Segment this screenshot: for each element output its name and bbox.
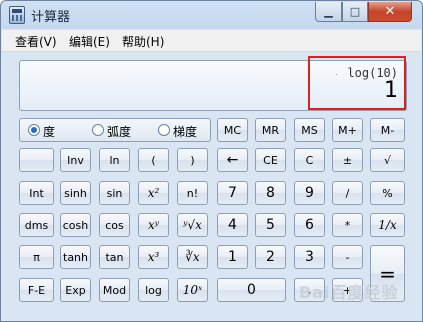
clear-button[interactable]: C xyxy=(294,148,325,172)
calculator-icon xyxy=(9,6,25,24)
ms-button[interactable]: MS xyxy=(294,118,325,142)
digit-4-button[interactable]: 4 xyxy=(217,213,248,237)
radio-radians-label: 弧度 xyxy=(107,125,132,139)
calculator-window: 计算器 ▁ □ ✕ 查看(V) 编辑(E) 帮助(H) log(10) 1 度 … xyxy=(0,0,423,322)
mr-button[interactable]: MR xyxy=(255,118,286,142)
minimize-button[interactable]: ▁ xyxy=(315,2,342,22)
ln-button[interactable]: ln xyxy=(99,148,130,172)
close-icon: ✕ xyxy=(384,4,396,19)
x-power-y-button[interactable]: xʸ xyxy=(138,213,169,237)
pi-button[interactable]: π xyxy=(19,245,54,269)
dms-button[interactable]: dms xyxy=(19,213,54,237)
annotation-highlight-box xyxy=(308,56,406,110)
mc-button[interactable]: MC xyxy=(217,118,248,142)
multiply-button[interactable]: * xyxy=(332,213,363,237)
radio-degrees-label: 度 xyxy=(43,125,56,139)
ce-button[interactable]: CE xyxy=(255,148,286,172)
digit-2-button[interactable]: 2 xyxy=(255,245,286,269)
digit-5-button[interactable]: 5 xyxy=(255,213,286,237)
maximize-button[interactable]: □ xyxy=(342,2,368,22)
subtract-button[interactable]: - xyxy=(332,245,363,269)
int-button[interactable]: Int xyxy=(19,181,54,205)
close-button[interactable]: ✕ xyxy=(368,2,412,22)
percent-button[interactable]: % xyxy=(370,181,405,205)
left-paren-button[interactable]: ( xyxy=(138,148,169,172)
radio-gradians-label: 梯度 xyxy=(173,125,198,139)
divide-button[interactable]: / xyxy=(332,181,363,205)
menu-help[interactable]: 帮助(H) xyxy=(122,33,164,50)
cube-root-button[interactable]: ∛x xyxy=(177,245,208,269)
exp-button[interactable]: Exp xyxy=(60,278,91,302)
mod-button[interactable]: Mod xyxy=(99,278,130,302)
title-bar[interactable]: 计算器 ▁ □ ✕ xyxy=(1,1,422,29)
digit-0-button[interactable]: 0 xyxy=(217,278,286,302)
watermark-text: Bai百度经验 xyxy=(299,283,399,302)
factorial-button[interactable]: n! xyxy=(177,181,208,205)
inv-button[interactable]: Inv xyxy=(60,148,91,172)
radio-gradians[interactable] xyxy=(158,124,170,136)
digit-8-button[interactable]: 8 xyxy=(255,181,286,205)
blank-button xyxy=(19,148,54,172)
digit-9-button[interactable]: 9 xyxy=(294,181,325,205)
digit-6-button[interactable]: 6 xyxy=(294,213,325,237)
cos-button[interactable]: cos xyxy=(99,213,130,237)
m-minus-button[interactable]: M- xyxy=(370,118,405,142)
m-plus-button[interactable]: M+ xyxy=(332,118,363,142)
menu-view[interactable]: 查看(V) xyxy=(15,33,57,50)
cosh-button[interactable]: cosh xyxy=(60,213,91,237)
right-paren-button[interactable]: ) xyxy=(177,148,208,172)
log-button[interactable]: log xyxy=(138,278,169,302)
x-squared-button[interactable]: x² xyxy=(138,181,169,205)
menu-edit[interactable]: 编辑(E) xyxy=(69,33,110,50)
sqrt-button[interactable]: √ xyxy=(370,148,405,172)
plus-minus-button[interactable]: ± xyxy=(332,148,363,172)
radio-radians[interactable] xyxy=(92,124,104,136)
sinh-button[interactable]: sinh xyxy=(60,181,91,205)
reciprocal-button[interactable]: 1/x xyxy=(370,213,405,237)
angle-mode-group: 度 弧度 梯度 xyxy=(19,118,211,142)
x-cubed-button[interactable]: x³ xyxy=(138,245,169,269)
digit-7-button[interactable]: 7 xyxy=(217,181,248,205)
tan-button[interactable]: tan xyxy=(99,245,130,269)
tanh-button[interactable]: tanh xyxy=(60,245,91,269)
y-root-x-button[interactable]: ʸ√x xyxy=(177,213,208,237)
maximize-icon: □ xyxy=(349,5,361,18)
menu-bar: 查看(V) 编辑(E) 帮助(H) xyxy=(2,30,421,52)
digit-3-button[interactable]: 3 xyxy=(294,245,325,269)
backspace-button[interactable]: ← xyxy=(217,148,248,172)
fe-button[interactable]: F-E xyxy=(19,278,54,302)
radio-degrees[interactable] xyxy=(28,124,40,136)
ten-power-x-button[interactable]: 10ˣ xyxy=(177,278,208,302)
minimize-icon: ▁ xyxy=(324,5,333,18)
window-title: 计算器 xyxy=(31,10,71,25)
sin-button[interactable]: sin xyxy=(99,181,130,205)
digit-1-button[interactable]: 1 xyxy=(217,245,248,269)
